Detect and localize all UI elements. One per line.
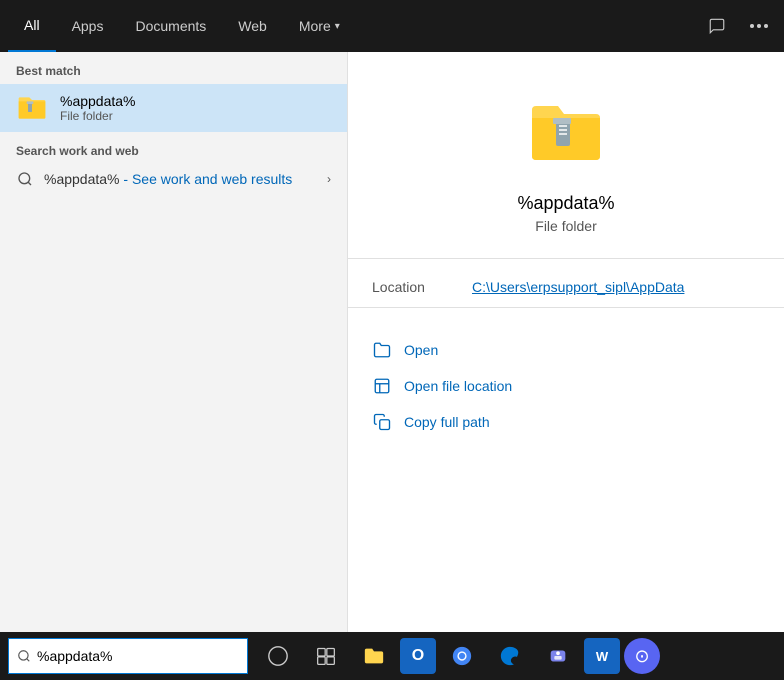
- nav-tab-documents[interactable]: Documents: [119, 0, 222, 52]
- nav-tab-apps[interactable]: Apps: [56, 0, 120, 52]
- detail-type: File folder: [535, 218, 596, 234]
- detail-name: %appdata%: [517, 193, 614, 214]
- outlook-icon: O: [412, 647, 424, 665]
- action-copy-full-path-label: Copy full path: [404, 414, 490, 430]
- nav-right-icons: [700, 13, 776, 39]
- search-web-section: Search work and web %appdata% - See work…: [0, 132, 347, 200]
- open-file-location-icon: [372, 376, 392, 396]
- feedback-icon: [708, 17, 726, 35]
- action-open-file-location-label: Open file location: [404, 378, 512, 394]
- main-content: Best match %appdata% File folder Search …: [0, 52, 784, 660]
- action-open[interactable]: Open: [372, 332, 760, 368]
- chrome-icon: [451, 645, 473, 667]
- action-list: Open Open file location: [348, 324, 784, 448]
- ellipsis-icon: [750, 24, 768, 28]
- result-item-appdata[interactable]: %appdata% File folder: [0, 84, 347, 132]
- right-panel: %appdata% File folder Location C:\Users\…: [347, 52, 784, 660]
- chrome-button[interactable]: [440, 634, 484, 678]
- detail-folder-icon: [526, 92, 606, 177]
- word-icon: W: [596, 649, 608, 664]
- outlook-button[interactable]: O: [400, 638, 436, 674]
- taskbar: O W ⊙: [0, 632, 784, 680]
- folder-icon-small: [16, 92, 48, 124]
- search-web-search-icon: [16, 170, 34, 188]
- nav-tab-more[interactable]: More ▾: [283, 0, 356, 52]
- cortana-button[interactable]: [256, 634, 300, 678]
- taskbar-search-box[interactable]: [8, 638, 248, 674]
- top-nav: All Apps Documents Web More ▾: [0, 0, 784, 52]
- detail-divider-2: [348, 307, 784, 308]
- search-web-item-text: %appdata% - See work and web results: [44, 171, 292, 187]
- cortana-icon: [267, 645, 289, 667]
- best-match-label: Best match: [0, 52, 347, 84]
- discord-button[interactable]: ⊙: [624, 638, 660, 674]
- taskbar-icons: O W ⊙: [256, 634, 660, 678]
- location-value[interactable]: C:\Users\erpsupport_sipl\AppData: [472, 279, 684, 295]
- result-subtype: File folder: [60, 109, 136, 123]
- task-view-button[interactable]: [304, 634, 348, 678]
- open-folder-icon: [372, 340, 392, 360]
- nav-tab-web[interactable]: Web: [222, 0, 283, 52]
- feedback-button[interactable]: [700, 13, 734, 39]
- action-open-file-location[interactable]: Open file location: [372, 368, 760, 404]
- ellipsis-button[interactable]: [742, 13, 776, 39]
- taskbar-search-icon: [17, 649, 31, 663]
- edge-icon: [499, 645, 521, 667]
- file-explorer-button[interactable]: [352, 634, 396, 678]
- nav-tab-all[interactable]: All: [8, 0, 56, 52]
- location-row: Location C:\Users\erpsupport_sipl\AppDat…: [348, 275, 784, 299]
- copy-icon: [372, 412, 392, 432]
- result-name: %appdata%: [60, 93, 136, 109]
- search-web-item[interactable]: %appdata% - See work and web results ›: [16, 164, 331, 194]
- task-view-icon: [316, 646, 336, 666]
- file-explorer-icon: [363, 645, 385, 667]
- word-button[interactable]: W: [584, 638, 620, 674]
- teams-button[interactable]: [536, 634, 580, 678]
- detail-divider: [348, 258, 784, 259]
- left-panel: Best match %appdata% File folder Search …: [0, 52, 347, 660]
- discord-icon: ⊙: [634, 646, 649, 667]
- action-open-label: Open: [404, 342, 438, 358]
- more-dropdown-arrow: ▾: [335, 21, 340, 32]
- taskbar-search-input[interactable]: [37, 648, 239, 664]
- action-copy-full-path[interactable]: Copy full path: [372, 404, 760, 440]
- result-text: %appdata% File folder: [60, 93, 136, 123]
- search-web-label: Search work and web: [16, 144, 331, 158]
- chevron-right-icon: ›: [327, 172, 331, 186]
- teams-icon: [547, 645, 569, 667]
- edge-button[interactable]: [488, 634, 532, 678]
- location-label: Location: [372, 279, 472, 295]
